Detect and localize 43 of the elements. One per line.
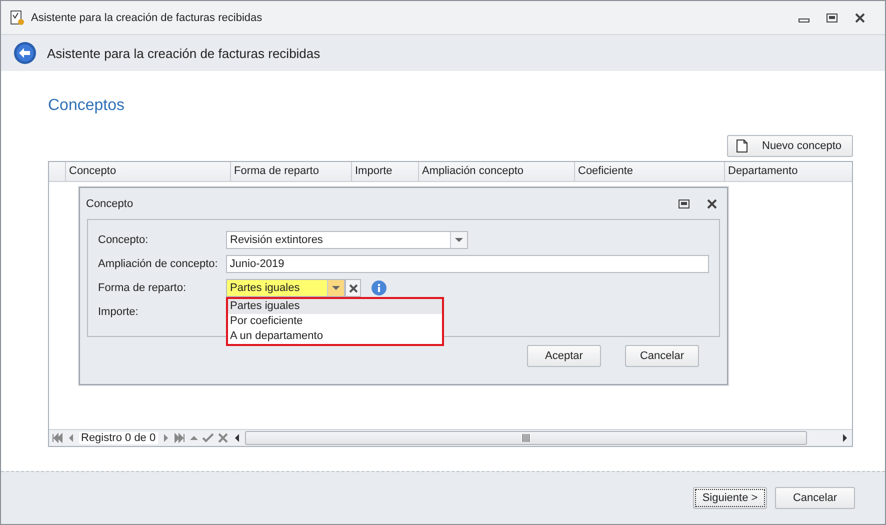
scroll-right-icon[interactable] [840,432,850,444]
clear-icon [348,284,358,292]
clear-button[interactable] [345,279,361,297]
cancel-button[interactable]: Cancelar [625,345,699,367]
field-label: Ampliación de concepto: [98,258,219,270]
concept-combo[interactable]: Revisión extintores [226,231,468,249]
input-field[interactable]: Junio-2019 [226,255,709,273]
section-title: Conceptos [48,97,126,115]
column-header[interactable]: Coeficiente [575,162,725,181]
column-header[interactable]: Departamento [725,162,852,181]
close-icon[interactable] [853,10,867,24]
dropdown-arrow-icon [332,286,340,290]
app-icon [9,10,25,26]
header-title: Asistente para la creación de facturas recibidas [47,46,320,60]
maximize-icon[interactable] [825,10,839,24]
window-title: Asistente para la creación de facturas recibidas [31,12,264,24]
new-concept-button[interactable]: Nuevo concepto [727,135,853,157]
dropdown-arrow-icon [455,238,463,242]
back-icon[interactable] [13,41,37,65]
dropdown-option[interactable]: Partes iguales [228,299,442,314]
dialog-title: Concepto [86,198,134,210]
field-label: Forma de reparto: [98,282,188,294]
accept-button[interactable]: Aceptar [527,345,601,367]
cancel-button[interactable]: Cancelar [775,487,855,509]
column-header[interactable]: Concepto [66,162,231,181]
first-record-icon[interactable] [51,432,63,444]
distribution-combo[interactable]: Partes iguales [226,279,345,297]
next-button[interactable]: Siguiente > [693,487,767,509]
checkmark-icon[interactable] [202,432,214,444]
record-counter: Registro 0 de 0 [79,432,158,444]
dropdown-option[interactable]: Por coeficiente [228,314,442,329]
grip-icon [522,434,530,442]
document-icon [736,139,748,153]
close-icon[interactable] [705,196,719,210]
maximize-icon[interactable] [677,196,691,210]
last-record-icon[interactable] [174,432,186,444]
column-header[interactable]: Importe [352,162,419,181]
info-icon[interactable] [371,280,387,296]
field-label: Importe: [98,306,140,318]
column-header[interactable]: Ampliación concepto [419,162,575,181]
dropdown-option[interactable]: A un departamento [228,329,442,344]
column-header[interactable]: Forma de reparto [231,162,352,181]
field-label: Concepto: [98,234,150,246]
